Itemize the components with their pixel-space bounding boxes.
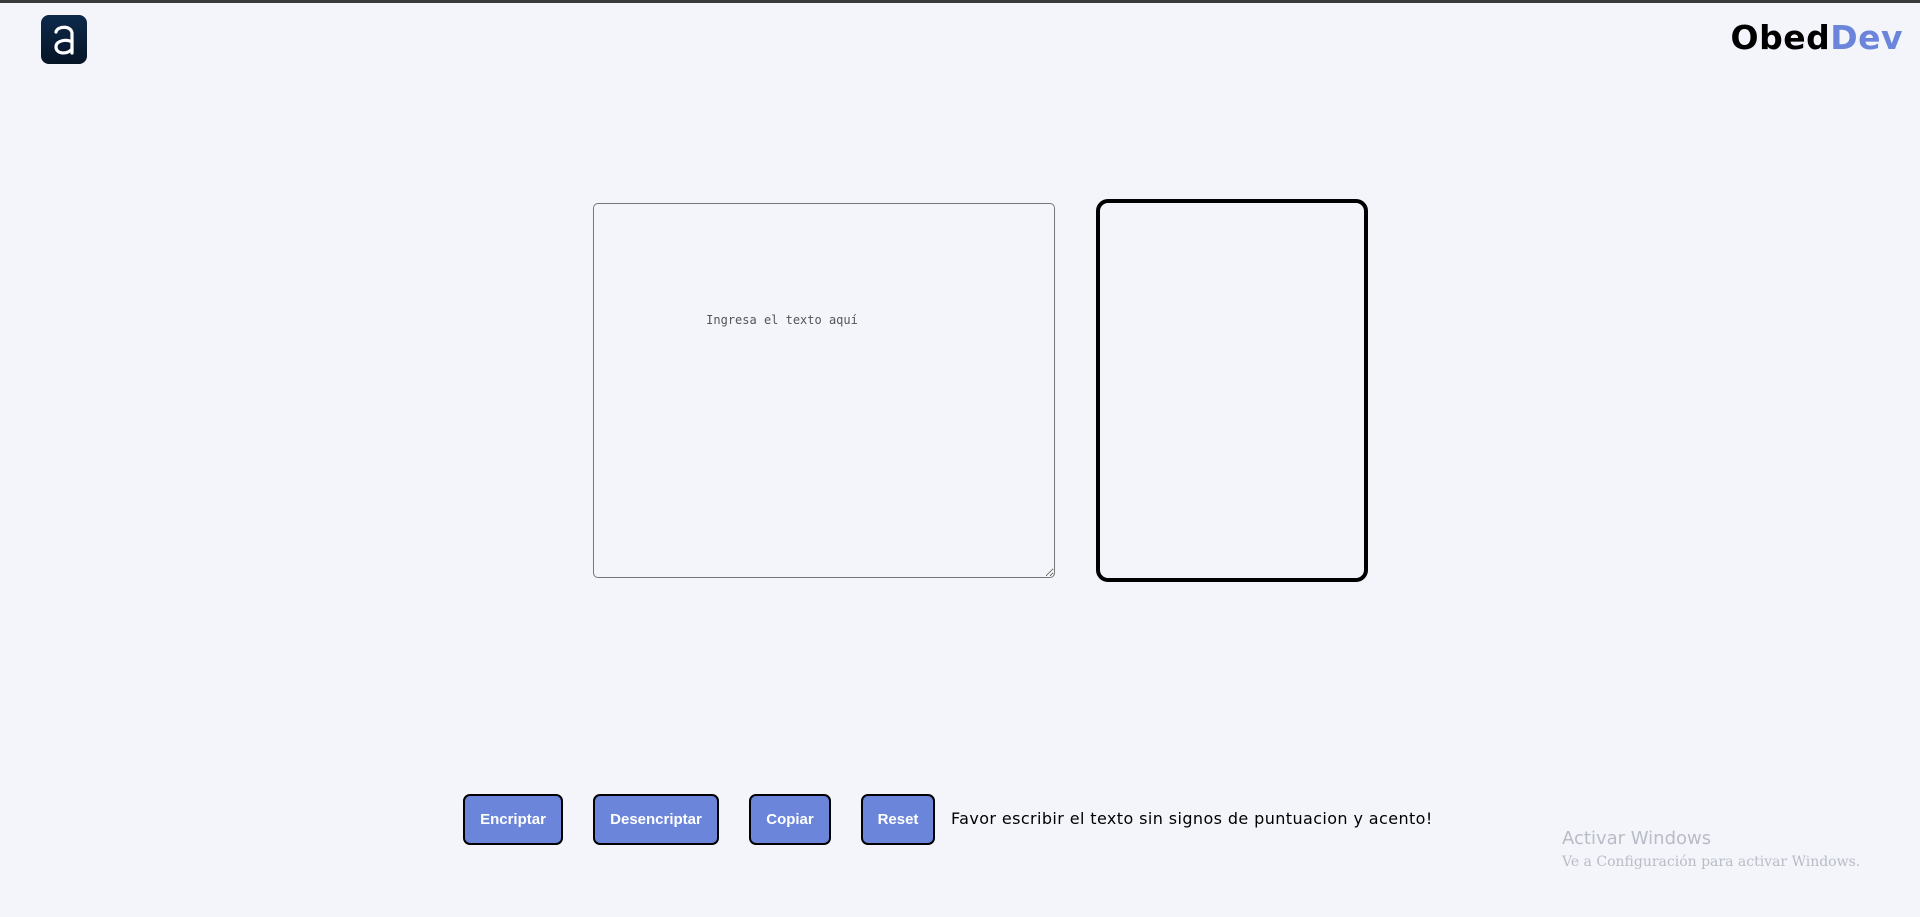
input-textarea[interactable]	[593, 203, 1055, 578]
encrypt-button[interactable]: Encriptar	[463, 794, 563, 845]
instructions-notice: Favor escribir el texto sin signos de pu…	[951, 809, 1433, 828]
brand-name-part2: Dev	[1830, 18, 1903, 57]
windows-activation-watermark-title: Activar Windows	[1562, 828, 1712, 849]
copy-button[interactable]: Copiar	[749, 794, 831, 845]
brand-title: ObedDev	[1731, 18, 1903, 57]
reset-button[interactable]: Reset	[861, 794, 935, 845]
letter-a-logo-icon	[54, 25, 74, 55]
window-top-border	[0, 0, 1920, 3]
app-logo-icon[interactable]	[41, 15, 87, 64]
brand-name-part1: Obed	[1730, 18, 1831, 57]
decrypt-button[interactable]: Desencriptar	[593, 794, 719, 845]
windows-activation-watermark-subtitle: Ve a Configuración para activar Windows.	[1562, 854, 1861, 870]
output-result-box[interactable]	[1096, 199, 1368, 582]
